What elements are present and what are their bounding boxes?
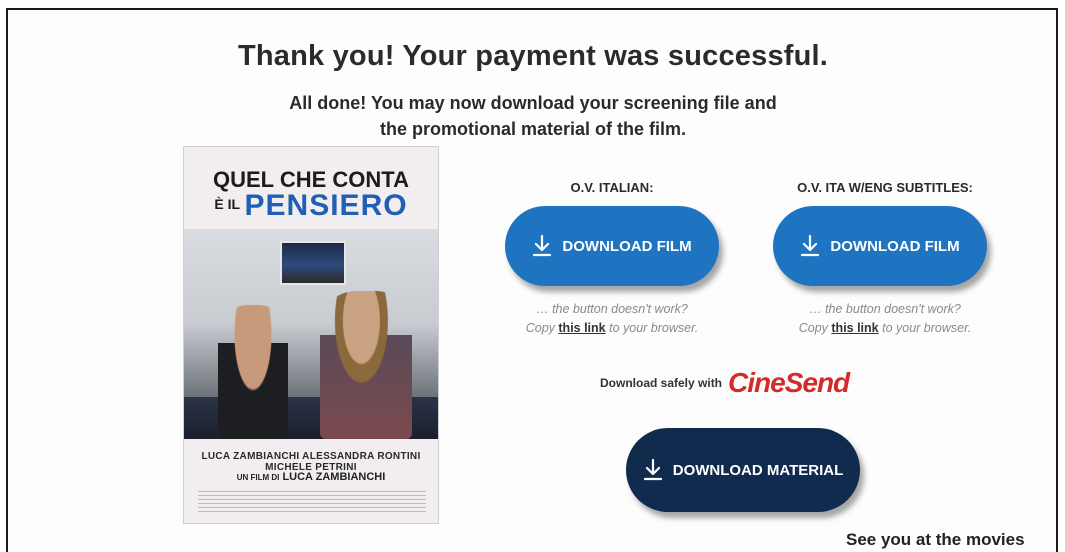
hint-italian-line2: Copy this link to your browser. bbox=[497, 319, 727, 338]
poster-cast: LUCA ZAMBIANCHI ALESSANDRA RONTINI MICHE… bbox=[201, 451, 421, 473]
label-ov-italian: O.V. ITALIAN: bbox=[570, 180, 654, 195]
download-icon bbox=[801, 235, 820, 257]
cinesend-logo: CineSend bbox=[728, 367, 850, 398]
download-film-subtitled-button[interactable]: DOWNLOAD FILM bbox=[773, 206, 987, 286]
label-ov-ita-eng-subtitles: O.V. ITA W/ENG SUBTITLES: bbox=[797, 180, 973, 195]
copy-link-subtitled[interactable]: this link bbox=[831, 321, 878, 335]
safe-download-text: Download safely with bbox=[600, 376, 723, 390]
poster-credits-block bbox=[198, 491, 426, 513]
poster-director-name: LUCA ZAMBIANCHI bbox=[282, 471, 386, 483]
actor-left bbox=[218, 305, 288, 439]
hint-subtitled: … the button doesn't work? Copy this lin… bbox=[770, 300, 1000, 338]
poster-title-small: È IL bbox=[214, 196, 241, 212]
poster-director: UN FILM DI LUCA ZAMBIANCHI bbox=[184, 471, 438, 483]
hint-subtitled-line2: Copy this link to your browser. bbox=[770, 319, 1000, 338]
download-icon bbox=[533, 235, 552, 257]
download-material-button[interactable]: DOWNLOAD MATERIAL bbox=[626, 428, 860, 512]
subtitle-line-1: All done! You may now download your scre… bbox=[289, 93, 777, 113]
page-title: Thank you! Your payment was successful. bbox=[237, 40, 829, 72]
hint-italian-line1: … the button doesn't work? bbox=[536, 302, 688, 316]
hint-subtitled-pre: Copy bbox=[798, 321, 832, 335]
safe-download-notice: Download safely with CineSend bbox=[600, 366, 850, 400]
footer-message: See you at the movies bbox=[846, 530, 1025, 549]
download-film-subtitled-label: DOWNLOAD FILM bbox=[830, 237, 960, 255]
film-poster: QUEL CHE CONTA È IL PENSIERO LUCA ZAMBIA… bbox=[183, 146, 439, 524]
hint-italian: … the button doesn't work? Copy this lin… bbox=[497, 300, 727, 338]
hint-subtitled-line1: … the button doesn't work? bbox=[809, 302, 961, 316]
actor-right bbox=[320, 291, 412, 439]
wall-picture bbox=[280, 241, 346, 285]
download-material-label: DOWNLOAD MATERIAL bbox=[672, 461, 844, 479]
copy-link-italian[interactable]: this link bbox=[558, 321, 605, 335]
download-film-italian-button[interactable]: DOWNLOAD FILM bbox=[505, 206, 719, 286]
download-icon bbox=[643, 459, 662, 481]
hint-italian-pre: Copy bbox=[525, 321, 559, 335]
download-film-italian-label: DOWNLOAD FILM bbox=[562, 237, 692, 255]
poster-photo bbox=[184, 229, 438, 439]
hint-italian-post: to your browser. bbox=[605, 321, 699, 335]
poster-director-prefix: UN FILM DI bbox=[236, 473, 280, 482]
subtitle-line-2: the promotional material of the film. bbox=[379, 119, 687, 139]
page-subtitle: All done! You may now download your scre… bbox=[8, 90, 1058, 142]
poster-title-big: PENSIERO bbox=[244, 189, 408, 222]
poster-title-line2: È IL PENSIERO bbox=[184, 189, 438, 223]
hint-subtitled-post: to your browser. bbox=[878, 321, 972, 335]
